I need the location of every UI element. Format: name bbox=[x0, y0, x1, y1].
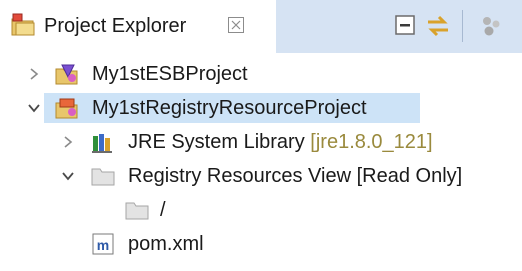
tree-item-label: My1stESBProject bbox=[92, 63, 248, 85]
chevron-down-icon[interactable] bbox=[26, 100, 42, 116]
chevron-right-icon[interactable] bbox=[26, 66, 42, 82]
tree-item-esb-project[interactable]: My1stESBProject bbox=[0, 57, 522, 91]
tree-item-label: JRE System Library [jre1.8.0_121] bbox=[128, 129, 433, 155]
library-version-decoration: [jre1.8.0_121] bbox=[310, 131, 433, 153]
tree-item-label: pom.xml bbox=[128, 233, 204, 255]
folder-icon bbox=[124, 197, 150, 223]
chevron-right-icon[interactable] bbox=[60, 134, 76, 150]
folder-icon bbox=[90, 163, 116, 189]
view-menu-icon[interactable] bbox=[478, 12, 506, 40]
collapse-all-icon[interactable] bbox=[392, 12, 420, 40]
tree-item-label: / bbox=[160, 199, 166, 221]
link-with-editor-icon[interactable] bbox=[424, 12, 452, 40]
tree-item-registry-resources-view[interactable]: Registry Resources View [Read Only] bbox=[0, 159, 522, 193]
svg-text:m: m bbox=[97, 237, 109, 253]
tree-item-label: Registry Resources View [Read Only] bbox=[128, 165, 463, 187]
tree-item-pom-xml[interactable]: m pom.xml bbox=[0, 227, 522, 261]
tree-item-registry-project[interactable]: My1stRegistryResourceProject bbox=[0, 91, 522, 125]
library-icon bbox=[90, 129, 116, 155]
tab-project-explorer[interactable]: Project Explorer bbox=[0, 0, 276, 53]
esb-project-icon bbox=[54, 61, 80, 87]
view-tab-bar: Project Explorer bbox=[0, 0, 522, 53]
chevron-down-icon[interactable] bbox=[60, 168, 76, 184]
tree-item-label: My1stRegistryResourceProject bbox=[92, 97, 367, 119]
tree-item-root-folder[interactable]: / bbox=[0, 193, 522, 227]
library-name: JRE System Library bbox=[128, 131, 305, 153]
close-icon[interactable] bbox=[226, 15, 246, 35]
tree-item-jre-library[interactable]: JRE System Library [jre1.8.0_121] bbox=[0, 125, 522, 159]
view-title: Project Explorer bbox=[44, 15, 187, 37]
project-tree: My1stESBProject My1stRegistryResourcePro… bbox=[0, 53, 522, 271]
maven-file-icon: m bbox=[90, 231, 116, 257]
toolbar-separator bbox=[462, 10, 463, 42]
registry-project-icon bbox=[54, 95, 80, 121]
project-explorer-icon bbox=[10, 13, 38, 39]
